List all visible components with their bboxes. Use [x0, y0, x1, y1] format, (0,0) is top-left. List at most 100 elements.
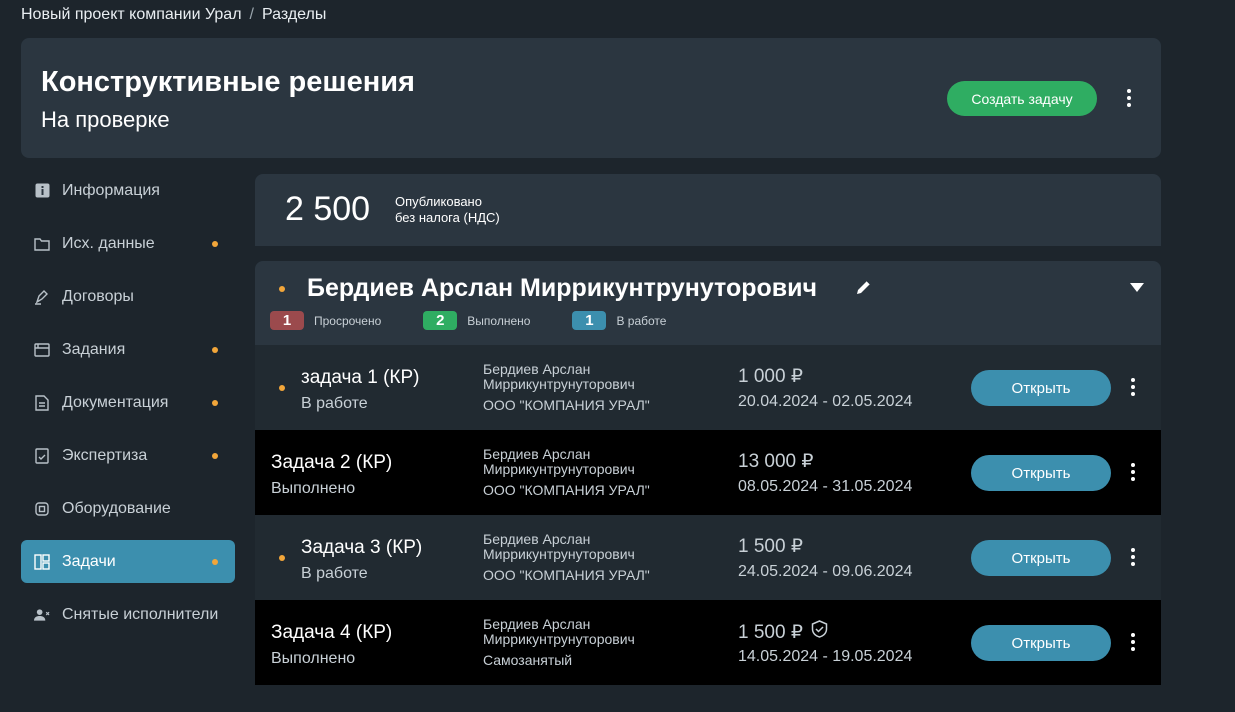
sidebar-item-label: Документация	[62, 393, 169, 411]
executor-line1: Бердиев Арслан	[483, 616, 591, 632]
page-status: На проверке	[41, 107, 170, 132]
page-title: Конструктивные решения	[41, 66, 415, 98]
badge-overdue: 1 Просрочено	[270, 311, 381, 330]
badge-in-progress: 1 В работе	[572, 311, 666, 330]
sidebar-item-documentation[interactable]: Документация	[21, 381, 235, 424]
task-dates: 24.05.2024 - 09.06.2024	[738, 563, 913, 580]
task-row: Задача 3 (КР) В работе Бердиев Арслан Ми…	[255, 515, 1161, 600]
sidebar-item-label: Задачи	[62, 552, 116, 570]
task-price: 1 000 ₽	[738, 365, 803, 388]
task-dates: 14.05.2024 - 19.05.2024	[738, 648, 913, 665]
task-price: 1 500 ₽	[738, 620, 828, 644]
open-task-button[interactable]: Открыть	[971, 455, 1111, 491]
chevron-down-icon[interactable]	[1130, 283, 1144, 292]
task-row: задача 1 (КР) В работе Бердиев Арслан Ми…	[255, 345, 1161, 430]
task-status-badges: 1 Просрочено 2 Выполнено 1 В работе	[270, 311, 708, 330]
sidebar-item-label: Задания	[62, 340, 126, 358]
create-task-button[interactable]: Создать задачу	[947, 81, 1097, 116]
task-name: Задача 4 (КР)	[271, 622, 393, 643]
layout-icon	[34, 553, 50, 570]
open-task-button[interactable]: Открыть	[971, 625, 1111, 661]
pencil-icon[interactable]	[855, 278, 873, 301]
breadcrumb-project-link[interactable]: Новый проект компании Урал	[21, 6, 242, 24]
notification-dot	[279, 555, 285, 561]
published-label-line1: Опубликовано	[395, 194, 482, 209]
sidebar-item-tasks[interactable]: Задачи	[21, 540, 235, 583]
sidebar-item-info[interactable]: Информация	[21, 169, 235, 212]
sidebar-item-expertise[interactable]: Экспертиза	[21, 434, 235, 477]
executor-card: Бердиев Арслан Миррикунтрунуторович 1 Пр…	[255, 261, 1161, 345]
badge-label: Просрочено	[314, 313, 382, 328]
sidebar-item-assignments[interactable]: Задания	[21, 328, 235, 371]
task-row: Задача 2 (КР) Выполнено Бердиев Арслан М…	[255, 430, 1161, 515]
breadcrumb: Новый проект компании Урал / Разделы	[21, 6, 326, 24]
notification-dot	[212, 347, 218, 353]
header-more-icon[interactable]	[1117, 84, 1141, 112]
price-value: 1 000 ₽	[738, 366, 803, 387]
sidebar-item-label: Экспертиза	[62, 446, 148, 464]
sidebar-item-contracts[interactable]: Договоры	[21, 275, 235, 318]
info-icon	[34, 183, 50, 199]
task-more-icon[interactable]	[1121, 628, 1145, 656]
sidebar-item-equipment[interactable]: Оборудование	[21, 487, 235, 530]
sidebar-item-label: Исх. данные	[62, 234, 155, 252]
published-label: Опубликовано без налога (НДС)	[395, 194, 500, 226]
notification-dot	[279, 385, 285, 391]
task-executor: Бердиев Арслан Миррикунтрунуторович	[483, 532, 635, 562]
shield-check-icon	[811, 620, 828, 644]
executor-line2: Миррикунтрунуторович	[483, 631, 635, 647]
task-row: Задача 4 (КР) Выполнено Бердиев Арслан М…	[255, 600, 1161, 685]
task-more-icon[interactable]	[1121, 373, 1145, 401]
price-value: 1 500 ₽	[738, 621, 803, 643]
sidebar-item-removed-executors[interactable]: Снятые исполнители	[21, 593, 235, 636]
executor-line1: Бердиев Арслан	[483, 446, 591, 462]
chip-icon	[34, 501, 50, 517]
task-executor: Бердиев Арслан Миррикунтрунуторович	[483, 447, 635, 477]
notification-dot	[212, 400, 218, 406]
check-document-icon	[34, 447, 50, 464]
task-organization: ООО "КОМПАНИЯ УРАЛ"	[483, 397, 650, 413]
badge-done: 2 Выполнено	[423, 311, 530, 330]
task-status: Выполнено	[271, 480, 356, 497]
open-task-button[interactable]: Открыть	[971, 370, 1111, 406]
badge-label: В работе	[616, 313, 667, 328]
sidebar-item-label: Снятые исполнители	[62, 605, 219, 623]
published-label-line2: без налога (НДС)	[395, 210, 500, 225]
task-organization: Самозанятый	[483, 652, 573, 668]
executor-line1: Бердиев Арслан	[483, 361, 591, 377]
task-more-icon[interactable]	[1121, 543, 1145, 571]
sidebar-item-label: Оборудование	[62, 499, 171, 517]
executor-name: Бердиев Арслан Миррикунтрунуторович	[307, 274, 818, 302]
cards-icon	[34, 342, 50, 358]
executor-line2: Миррикунтрунуторович	[483, 546, 635, 562]
task-organization: ООО "КОМПАНИЯ УРАЛ"	[483, 567, 650, 583]
task-organization: ООО "КОМПАНИЯ УРАЛ"	[483, 482, 650, 498]
sidebar-item-source-data[interactable]: Исх. данные	[21, 222, 235, 265]
task-status: В работе	[301, 565, 368, 582]
document-icon	[34, 394, 50, 411]
task-status: Выполнено	[271, 650, 356, 667]
price-value: 1 500 ₽	[738, 536, 803, 557]
task-dates: 08.05.2024 - 31.05.2024	[738, 478, 913, 495]
badge-count: 2	[423, 311, 458, 330]
badge-count: 1	[270, 311, 304, 330]
task-name: задача 1 (КР)	[301, 367, 420, 388]
task-more-icon[interactable]	[1121, 458, 1145, 486]
notification-dot	[212, 241, 218, 247]
price-value: 13 000 ₽	[738, 451, 814, 472]
executor-line2: Миррикунтрунуторович	[483, 461, 635, 477]
published-summary: 2 500 Опубликовано без налога (НДС)	[255, 174, 1161, 246]
open-task-button[interactable]: Открыть	[971, 540, 1111, 576]
task-name: Задача 2 (КР)	[271, 452, 393, 473]
notification-dot	[279, 286, 285, 292]
breadcrumb-separator: /	[249, 6, 254, 23]
pen-icon	[34, 289, 50, 305]
task-dates: 20.04.2024 - 02.05.2024	[738, 393, 913, 410]
section-header: Конструктивные решения На проверке Созда…	[21, 38, 1161, 158]
folder-icon	[34, 236, 50, 252]
sidebar-item-label: Информация	[62, 181, 160, 199]
task-status: В работе	[301, 395, 368, 412]
executor-line1: Бердиев Арслан	[483, 531, 591, 547]
task-executor: Бердиев Арслан Миррикунтрунуторович	[483, 362, 635, 392]
breadcrumb-section-link[interactable]: Разделы	[262, 6, 326, 24]
